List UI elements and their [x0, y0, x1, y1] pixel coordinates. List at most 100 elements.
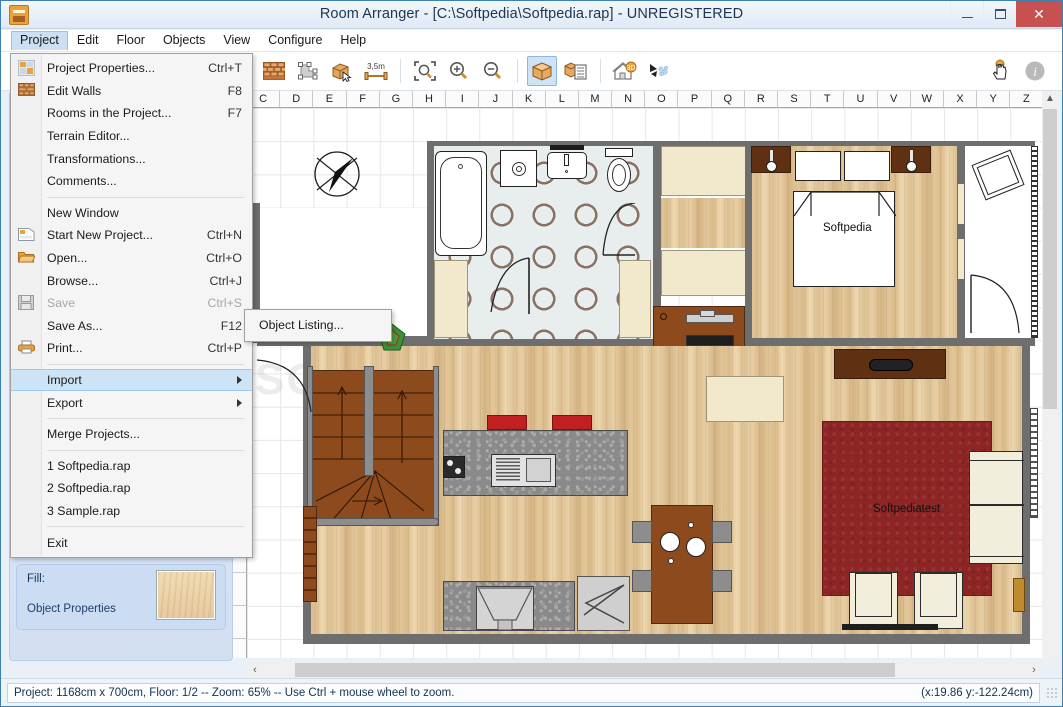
- sink[interactable]: [547, 145, 587, 180]
- stair-rail-right[interactable]: [433, 366, 439, 526]
- menu-item-export[interactable]: Export: [11, 391, 252, 414]
- menu-item-project-properties[interactable]: Project Properties... Ctrl+T: [11, 57, 252, 80]
- cabinet-lower-right[interactable]: [706, 376, 784, 422]
- fill-swatch[interactable]: [156, 570, 216, 620]
- menu-item-browse[interactable]: Browse... Ctrl+J: [11, 269, 252, 292]
- menu-item-recent-2[interactable]: 2 Softpedia.rap: [11, 477, 252, 500]
- vertical-scrollbar[interactable]: ▲: [1042, 91, 1058, 662]
- menu-item-object-listing[interactable]: Object Listing...: [245, 314, 391, 337]
- vscroll-thumb[interactable]: [1043, 109, 1057, 409]
- info-icon[interactable]: i: [1020, 56, 1050, 86]
- horizontal-scrollbar[interactable]: ‹ ›: [247, 662, 1042, 678]
- hand-pointer-icon[interactable]: [986, 56, 1016, 86]
- sofa[interactable]: [969, 451, 1024, 564]
- menu-item-save[interactable]: Save Ctrl+S: [11, 292, 252, 315]
- shower-tray[interactable]: [500, 150, 537, 187]
- door-balcony[interactable]: [969, 273, 1027, 335]
- hscroll-thumb[interactable]: [295, 663, 895, 677]
- menu-item-recent-1[interactable]: 1 Softpedia.rap: [11, 455, 252, 478]
- stove-burner[interactable]: [442, 455, 466, 479]
- sideboard-tv[interactable]: [834, 349, 946, 379]
- stair-rail-mid[interactable]: [364, 366, 374, 476]
- counter-red-right[interactable]: [552, 415, 592, 430]
- view-3d-icon[interactable]: [527, 56, 557, 86]
- menu-configure[interactable]: Configure: [259, 31, 331, 51]
- menu-item-recent-3[interactable]: 3 Sample.rap: [11, 500, 252, 523]
- dining-chair[interactable]: [712, 521, 732, 543]
- floor-plan-canvas[interactable]: SOFTPEDIA: [247, 108, 1042, 658]
- menu-edit[interactable]: Edit: [68, 31, 108, 51]
- hall-cabinet-top[interactable]: [661, 146, 751, 196]
- tv-unit-bar[interactable]: [842, 624, 938, 630]
- nightstand-right[interactable]: [891, 146, 931, 173]
- menu-item-start-new-project[interactable]: Start New Project... Ctrl+N: [11, 224, 252, 247]
- dining-chair[interactable]: [712, 570, 732, 592]
- menu-item-rooms-in-project[interactable]: Rooms in the Project... F7: [11, 102, 252, 125]
- window-lower-right[interactable]: [1030, 408, 1038, 518]
- edit-walls-icon[interactable]: [259, 56, 289, 86]
- menu-item-open[interactable]: Open... Ctrl+O: [11, 247, 252, 270]
- hscroll-track[interactable]: [263, 662, 1026, 678]
- dining-table[interactable]: [651, 505, 713, 624]
- double-bed[interactable]: [793, 191, 896, 287]
- scroll-left-arrow[interactable]: ‹: [247, 664, 263, 676]
- zoom-fit-icon[interactable]: [410, 56, 440, 86]
- toilet[interactable]: [604, 148, 634, 196]
- measure-icon[interactable]: 3,5m: [361, 56, 391, 86]
- window-bedroom[interactable]: [957, 183, 965, 225]
- select-shape-icon[interactable]: [293, 56, 323, 86]
- menu-item-comments[interactable]: Comments...: [11, 170, 252, 193]
- door-bathroom-upper[interactable]: [577, 202, 637, 261]
- door-bathroom-lower[interactable]: [473, 256, 533, 316]
- lower-counter[interactable]: [443, 581, 575, 631]
- minimize-button[interactable]: [950, 1, 983, 27]
- pillow-right[interactable]: [844, 151, 890, 181]
- counter-red-left[interactable]: [487, 415, 527, 430]
- zoom-out-icon[interactable]: [478, 56, 508, 86]
- kitchen-counter[interactable]: [443, 430, 628, 496]
- door-lower-left[interactable]: [256, 356, 315, 414]
- dining-chair[interactable]: [632, 570, 652, 592]
- window-right[interactable]: [1031, 146, 1038, 338]
- bathtub[interactable]: [435, 151, 487, 256]
- scroll-right-arrow[interactable]: ›: [1026, 664, 1042, 676]
- bathroom-cabinet-right[interactable]: [619, 260, 651, 338]
- menu-item-transformations[interactable]: Transformations...: [11, 147, 252, 170]
- bathroom-cabinet-left[interactable]: [434, 260, 468, 338]
- armchair[interactable]: [849, 572, 898, 629]
- hall-cabinet-bottom[interactable]: [661, 250, 751, 296]
- close-button[interactable]: ✕: [1016, 1, 1062, 27]
- stair-base[interactable]: [307, 518, 439, 526]
- move-object-icon[interactable]: [327, 56, 357, 86]
- object-listing-icon[interactable]: [561, 56, 591, 86]
- menu-item-print[interactable]: Print... Ctrl+P: [11, 337, 252, 360]
- armchair[interactable]: [914, 572, 963, 629]
- menu-help[interactable]: Help: [331, 31, 375, 51]
- pillow-left[interactable]: [795, 151, 841, 181]
- menu-item-new-window[interactable]: New Window: [11, 202, 252, 225]
- menu-item-save-as[interactable]: Save As... F12: [11, 315, 252, 338]
- wall-lower-bottom[interactable]: [303, 634, 1029, 644]
- zoom-in-icon[interactable]: [444, 56, 474, 86]
- menu-item-import[interactable]: Import: [11, 368, 252, 392]
- compass-rose[interactable]: [309, 146, 365, 202]
- house-3d-icon[interactable]: 3D: [610, 56, 640, 86]
- maximize-button[interactable]: [983, 1, 1016, 27]
- effects-icon[interactable]: [644, 56, 674, 86]
- dishwasher[interactable]: [577, 576, 630, 631]
- menu-item-edit-walls[interactable]: Edit Walls F8: [11, 80, 252, 103]
- nightstand-left[interactable]: [751, 146, 791, 173]
- ruler-horizontal[interactable]: C D E F G H I J K L M N O P Q R S T U V …: [247, 91, 1042, 108]
- small-cabinet-right[interactable]: [1013, 578, 1025, 612]
- menu-item-merge-projects[interactable]: Merge Projects...: [11, 423, 252, 446]
- menu-floor[interactable]: Floor: [107, 31, 153, 51]
- menu-project[interactable]: Project: [11, 30, 68, 51]
- menu-item-exit[interactable]: Exit: [11, 531, 252, 554]
- menu-objects[interactable]: Objects: [154, 31, 214, 51]
- scroll-up-arrow[interactable]: ▲: [1042, 91, 1058, 107]
- dining-chair[interactable]: [632, 521, 652, 543]
- brick-column[interactable]: [303, 506, 317, 602]
- wall-bathroom-left[interactable]: [427, 141, 434, 341]
- window-bedroom-2[interactable]: [957, 238, 965, 280]
- staircase[interactable]: [311, 370, 438, 524]
